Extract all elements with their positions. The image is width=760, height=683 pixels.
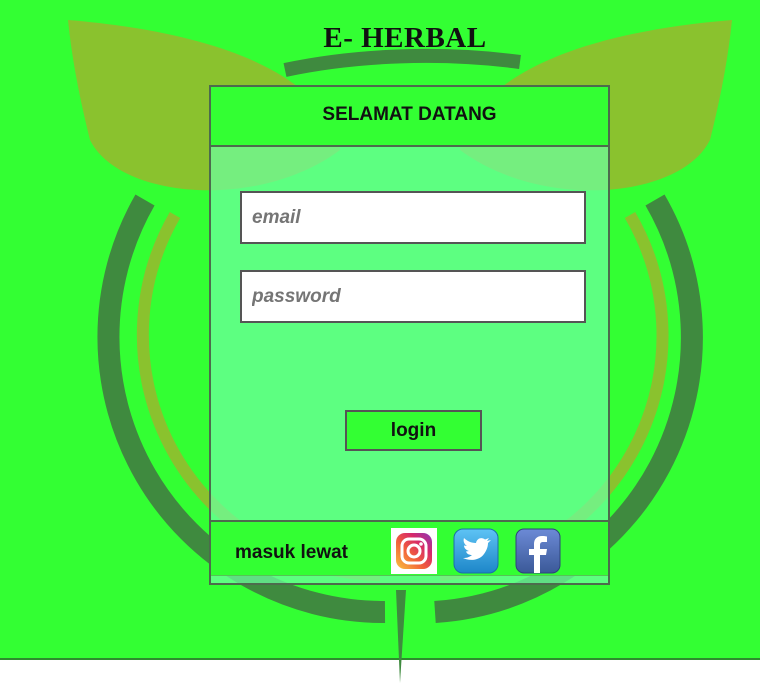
twitter-icon [453, 528, 499, 574]
instagram-button[interactable] [391, 528, 437, 574]
social-login-label: masuk lewat [235, 542, 348, 563]
email-field[interactable] [240, 191, 586, 244]
card-header: SELAMAT DATANG [211, 87, 608, 147]
login-button[interactable]: login [345, 410, 482, 451]
social-login-bar: masuk lewat [211, 520, 608, 576]
twitter-button[interactable] [453, 528, 499, 574]
facebook-button[interactable] [515, 528, 561, 574]
facebook-icon [515, 528, 561, 574]
login-card: SELAMAT DATANG login masuk lewat [209, 85, 610, 585]
app-title: E- HERBAL [323, 22, 487, 54]
password-field[interactable] [240, 270, 586, 323]
instagram-icon [391, 528, 437, 574]
